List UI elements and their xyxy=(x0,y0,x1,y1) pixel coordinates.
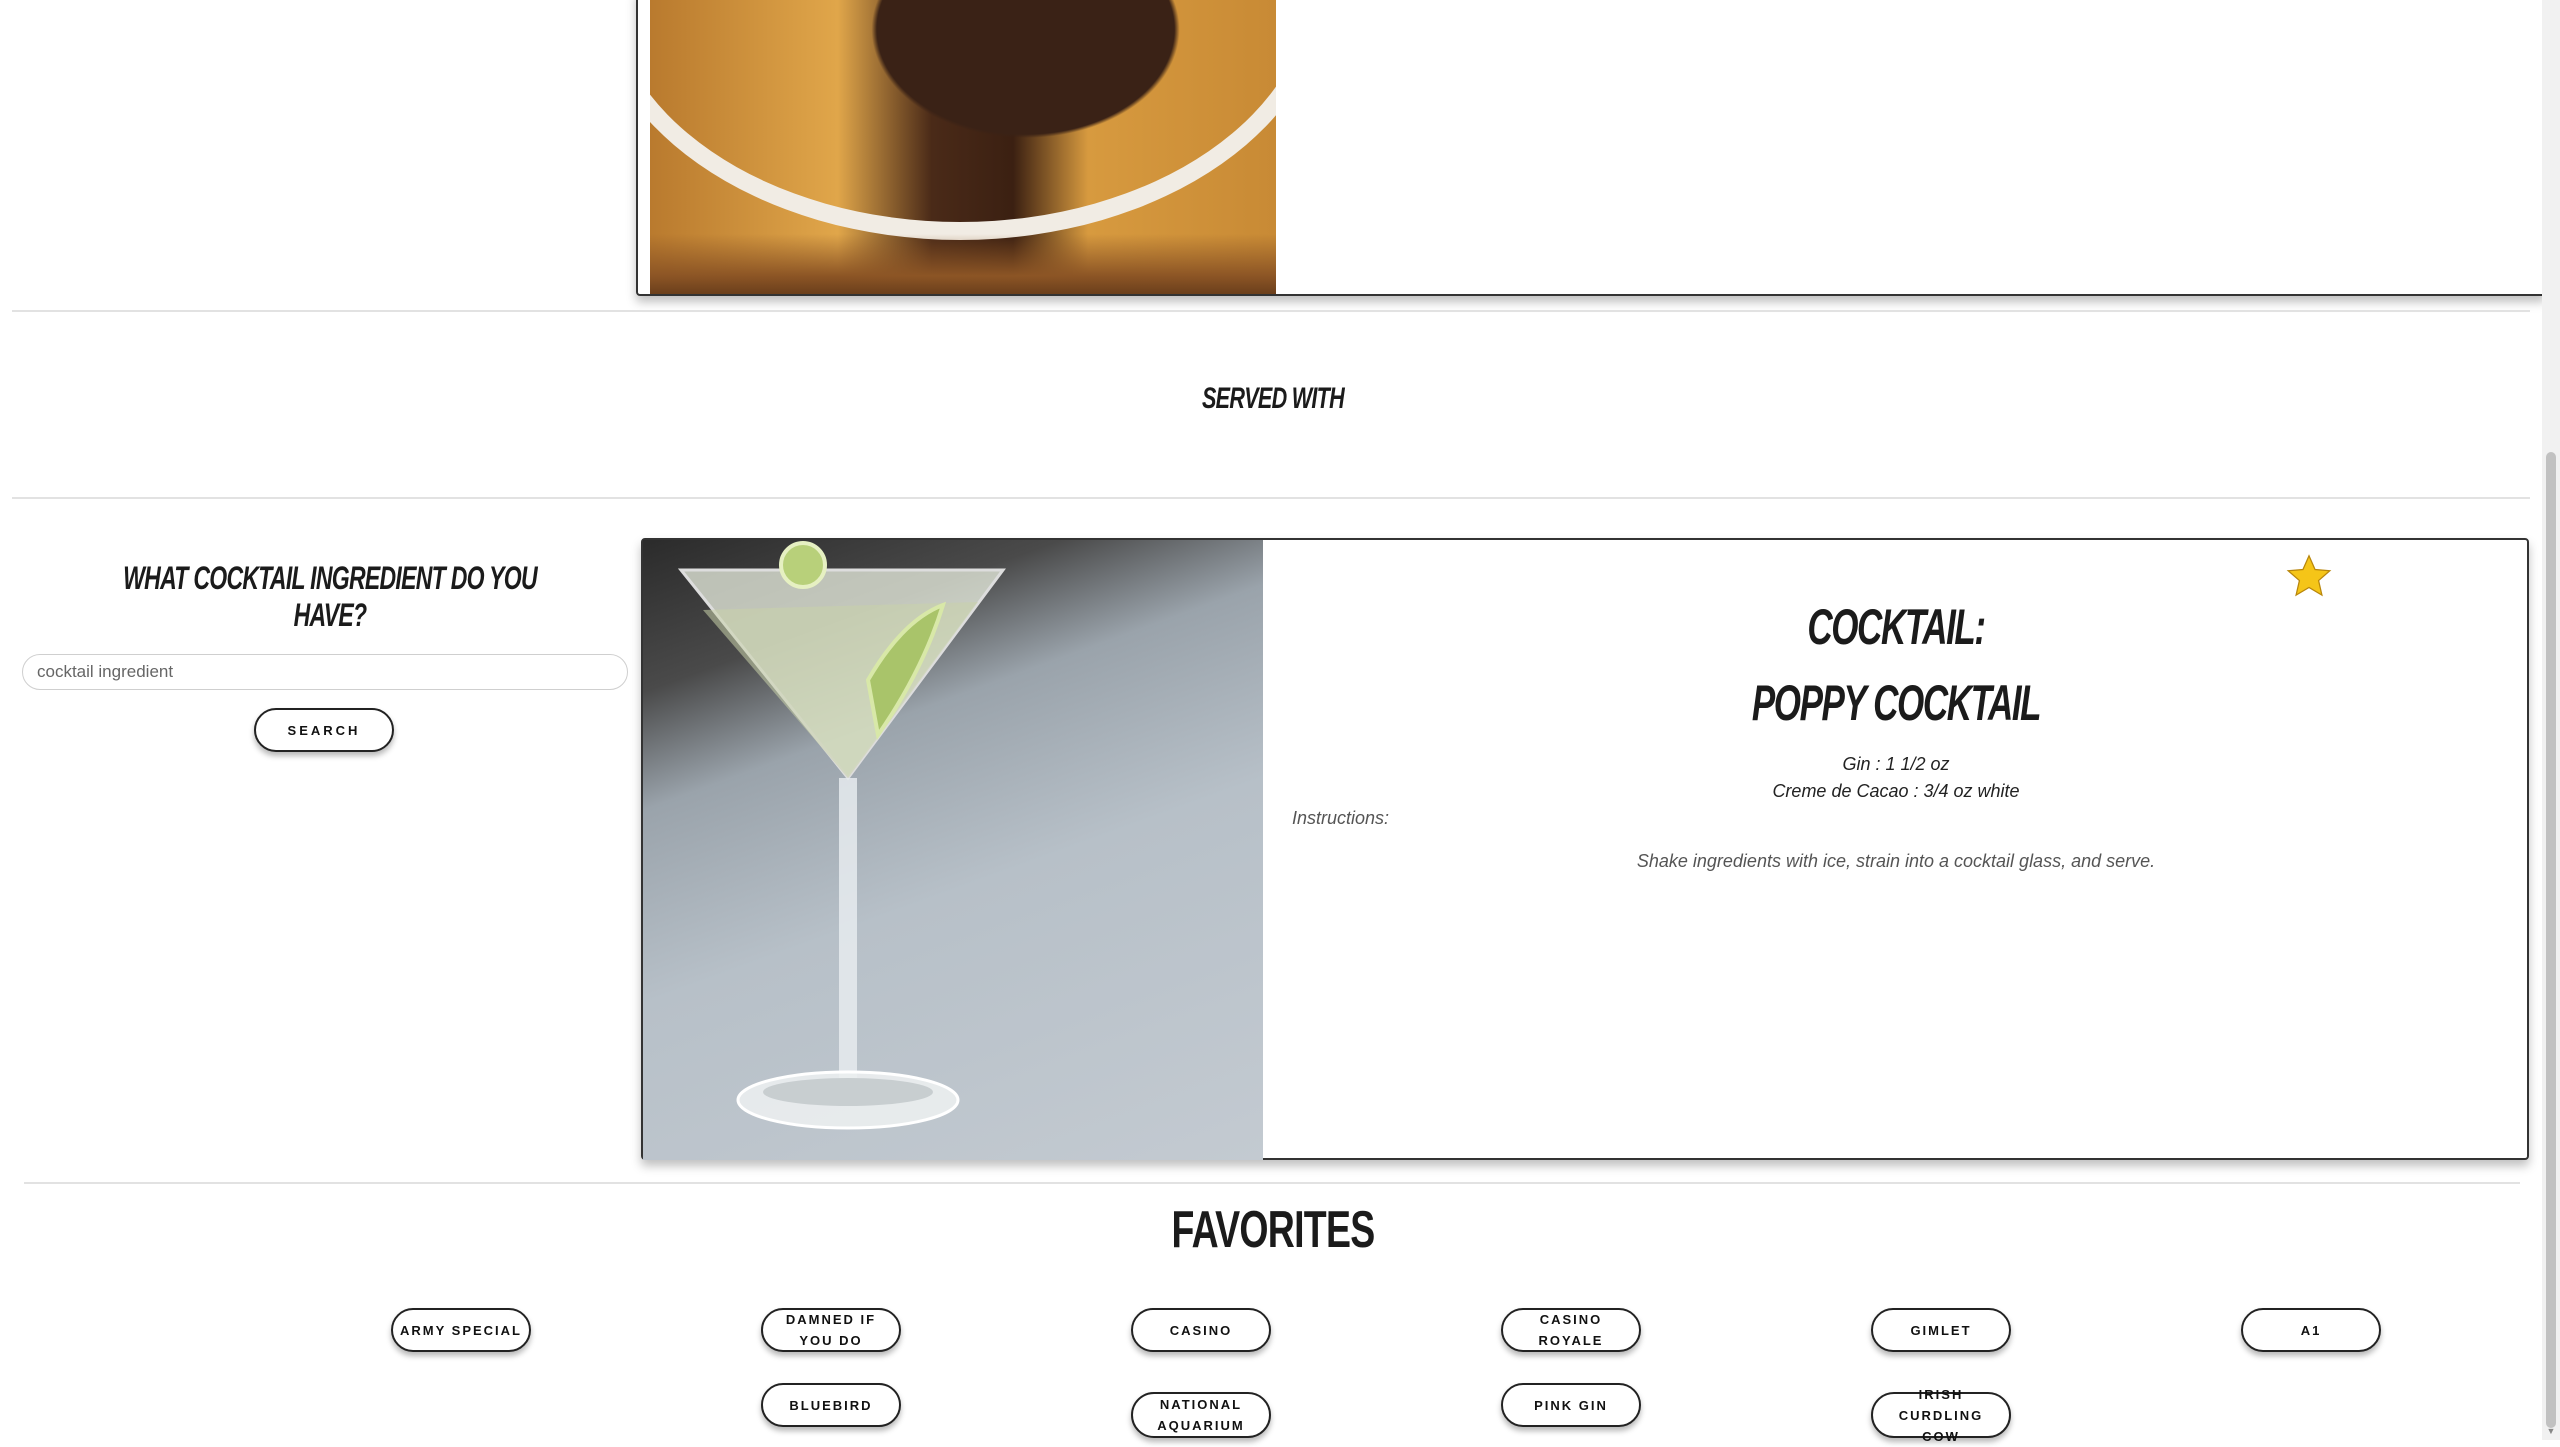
favorite-item-army-special[interactable]: ARMY SPECIAL xyxy=(391,1308,531,1352)
favorites-title: FAVORITES xyxy=(1171,1201,1376,1259)
ingredient-search-title: WHAT COCKTAIL INGREDIENT DO YOU HAVE? xyxy=(123,560,537,633)
scroll-down-icon[interactable]: ▼ xyxy=(2546,1426,2556,1436)
ingredient-item: Creme de Cacao : 3/4 oz white xyxy=(1772,781,2020,801)
cocktail-name: POPPY COCKTAIL xyxy=(1751,675,2042,731)
ingredient-item: Gin : 1 1/2 oz xyxy=(1842,754,1950,774)
favorite-star-icon[interactable] xyxy=(2284,552,2334,602)
instructions-text: Shake ingredients with ice, strain into … xyxy=(1636,851,2156,871)
favorite-item-pink-gin[interactable]: PINK GIN xyxy=(1501,1383,1641,1427)
ingredient-search-input[interactable] xyxy=(22,654,628,690)
favorite-item-irish-curdling-cow[interactable]: IRISH CURDLING COW xyxy=(1871,1387,2011,1444)
search-button[interactable]: SEARCH xyxy=(254,708,394,752)
divider xyxy=(12,497,2530,499)
favorite-item-casino-royale[interactable]: CASINO ROYALE xyxy=(1501,1308,1641,1352)
cocktail-image xyxy=(643,540,1263,1160)
favorite-item-national-aquarium[interactable]: NATIONAL AQUARIUM xyxy=(1131,1392,1271,1438)
served-with-heading: SERVED WITH xyxy=(1201,382,1345,415)
scrollbar-thumb[interactable] xyxy=(2546,452,2556,1428)
divider xyxy=(24,1182,2520,1184)
favorite-item-gimlet[interactable]: GIMLET xyxy=(1871,1308,2011,1352)
favorite-item-casino[interactable]: CASINO xyxy=(1131,1308,1271,1352)
recipe-image xyxy=(650,0,1276,294)
divider xyxy=(12,310,2530,312)
favorite-item-bluebird[interactable]: BLUEBIRD xyxy=(761,1383,901,1427)
instructions-label: Instructions: xyxy=(1292,808,1390,828)
favorite-item-a1[interactable]: A1 xyxy=(2241,1308,2381,1352)
cocktail-label: COCKTAIL: xyxy=(1807,599,1986,655)
favorite-item-damned-if-you-do[interactable]: DAMNED IF YOU DO xyxy=(761,1308,901,1352)
